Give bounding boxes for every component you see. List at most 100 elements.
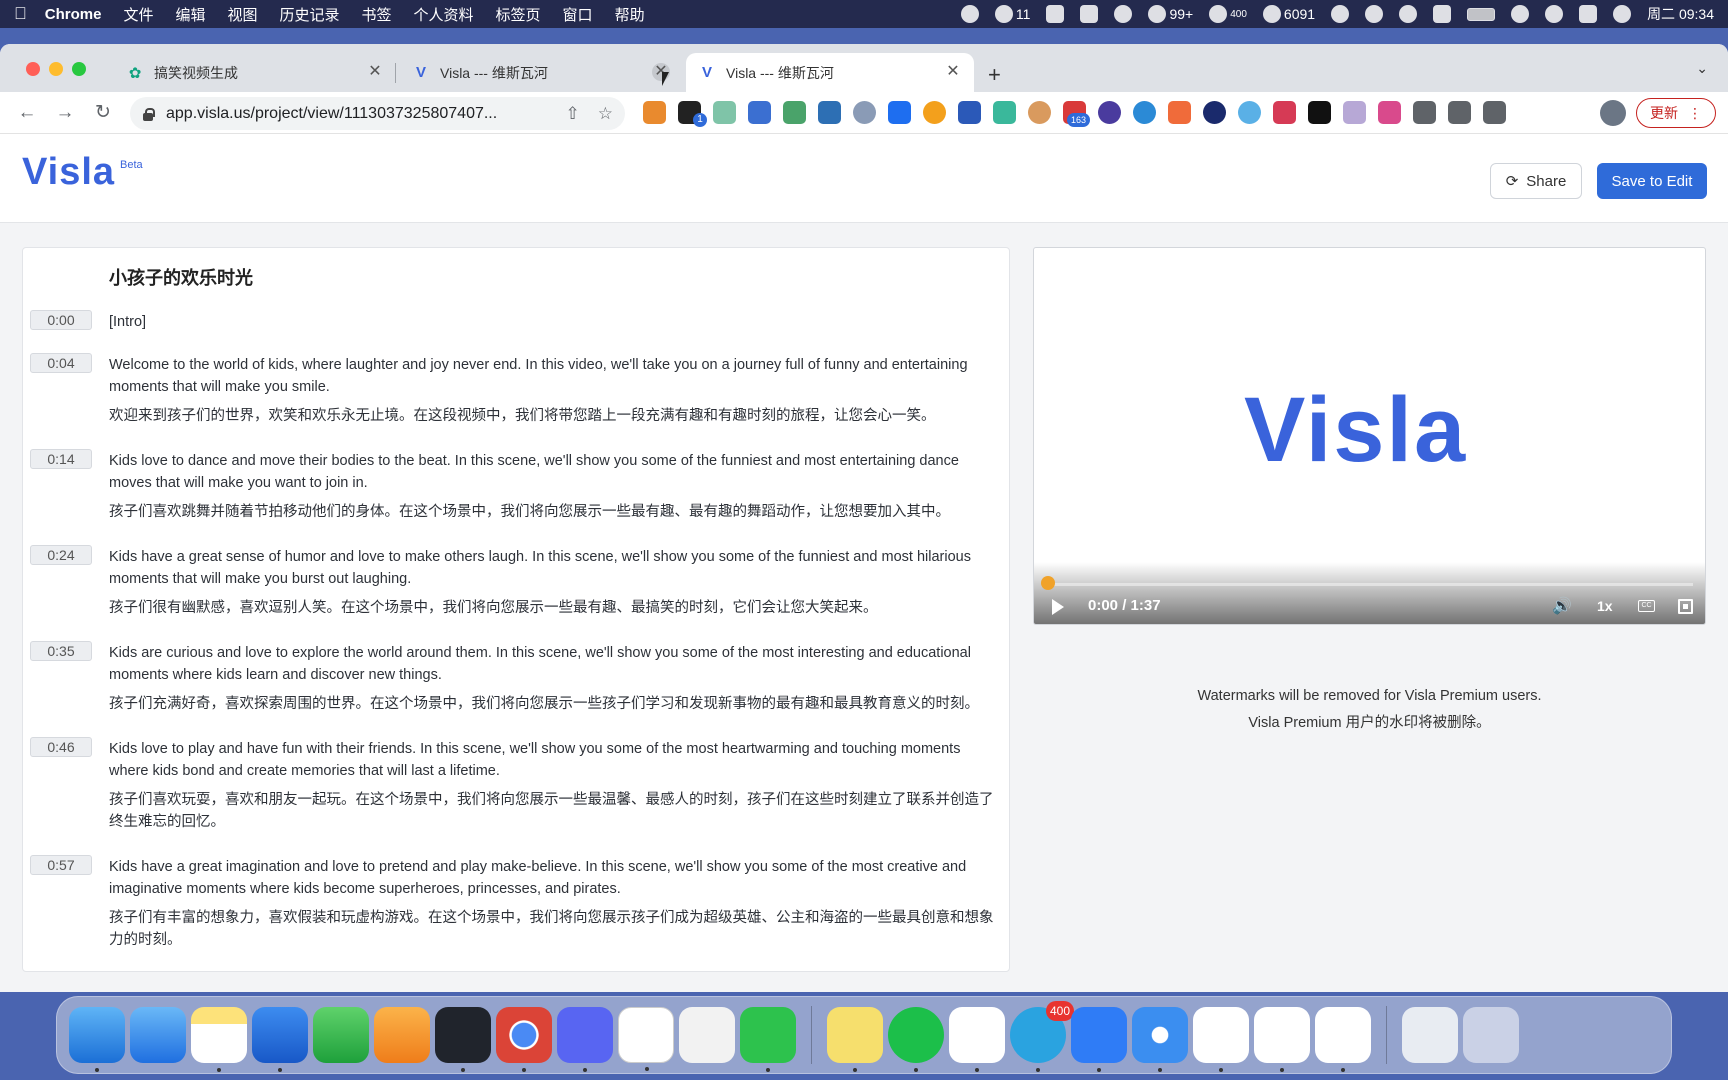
trash-icon[interactable]: [1463, 1007, 1519, 1063]
numbers-icon[interactable]: [313, 1007, 369, 1063]
menu-app-name[interactable]: Chrome: [45, 6, 102, 23]
timestamp[interactable]: 0:14: [30, 449, 92, 469]
extension-icon[interactable]: [1308, 101, 1331, 124]
tab-search-icon[interactable]: ⌄: [1696, 60, 1708, 77]
menu-history[interactable]: 历史记录: [279, 4, 339, 25]
menu-help[interactable]: 帮助: [615, 4, 645, 25]
tab-visla-1[interactable]: V Visla --- 维斯瓦河 ✕: [400, 53, 682, 92]
notes-icon[interactable]: [191, 1007, 247, 1072]
extension-icon[interactable]: [748, 101, 771, 124]
bluetooth-icon[interactable]: [1365, 5, 1384, 23]
side-panel-icon[interactable]: [1483, 101, 1506, 124]
chrome-icon[interactable]: [496, 1007, 552, 1072]
spotlight-icon[interactable]: [1545, 5, 1564, 23]
extension-icon[interactable]: [923, 101, 946, 124]
telegram-icon[interactable]: 400: [1010, 1001, 1074, 1072]
progress-knob[interactable]: [1041, 576, 1055, 590]
extension-icon[interactable]: [993, 101, 1016, 124]
messages-icon[interactable]: [1193, 1007, 1249, 1072]
vscode-icon[interactable]: [1315, 1007, 1371, 1072]
document-icon[interactable]: [1402, 1007, 1458, 1063]
discord-icon[interactable]: [557, 1007, 613, 1072]
wechat-icon[interactable]: [740, 1007, 796, 1072]
wps-icon[interactable]: [1254, 1007, 1310, 1072]
tab-funny-video[interactable]: ✿ 搞笑视频生成 ✕: [114, 53, 396, 92]
extension-icon[interactable]: [1133, 101, 1156, 124]
close-tab-icon[interactable]: ✕: [944, 63, 962, 81]
timestamp[interactable]: 0:35: [30, 641, 92, 661]
wechat-status[interactable]: 99+: [1148, 5, 1193, 23]
puzzle-extensions-icon[interactable]: [1413, 101, 1436, 124]
menu-profiles[interactable]: 个人资料: [414, 4, 474, 25]
mail-icon[interactable]: [130, 1007, 186, 1063]
forward-button[interactable]: →: [46, 102, 84, 124]
playback-speed[interactable]: 1x: [1597, 598, 1613, 614]
app-status-icon[interactable]: [1046, 5, 1065, 23]
pages-icon[interactable]: [374, 1007, 430, 1063]
zoom-window-button[interactable]: [72, 62, 86, 76]
reload-button[interactable]: ↻: [84, 101, 122, 124]
quicktime-icon[interactable]: [435, 1007, 491, 1072]
stickies-icon[interactable]: [827, 1007, 883, 1072]
extension-icon[interactable]: [1343, 101, 1366, 124]
notion-icon[interactable]: [618, 1007, 674, 1071]
extension-icon[interactable]: [1273, 101, 1296, 124]
menu-edit[interactable]: 编辑: [175, 4, 205, 25]
captions-icon[interactable]: CC: [1638, 600, 1655, 612]
profile-avatar[interactable]: [1600, 100, 1626, 126]
menu-view[interactable]: 视图: [227, 4, 257, 25]
extension-icon[interactable]: 163: [1063, 101, 1090, 127]
weibo-status[interactable]: 6091: [1262, 5, 1315, 23]
extension-icon[interactable]: [853, 101, 876, 124]
keynote-icon[interactable]: [252, 1007, 308, 1072]
feishu-icon[interactable]: [1071, 1007, 1127, 1072]
back-button[interactable]: ←: [8, 102, 46, 124]
play-icon[interactable]: [1052, 599, 1064, 615]
update-button[interactable]: 更新 ⋮: [1636, 98, 1716, 128]
app-red-icon[interactable]: [679, 1007, 735, 1063]
menu-tab[interactable]: 标签页: [496, 4, 541, 25]
control-center-icon[interactable]: [1579, 5, 1598, 23]
extension-icon[interactable]: [888, 101, 911, 124]
address-bar[interactable]: app.visla.us/project/view/11130373258074…: [130, 97, 625, 130]
app-green-icon[interactable]: [888, 1007, 944, 1072]
extension-icon[interactable]: [1028, 101, 1051, 124]
timestamp[interactable]: 0:24: [30, 545, 92, 565]
clock[interactable]: 周二 09:34: [1647, 4, 1714, 24]
battery-icon[interactable]: [1467, 7, 1496, 21]
extension-icon[interactable]: [1203, 101, 1226, 124]
extension-icon[interactable]: [818, 101, 841, 124]
tab-visla-active[interactable]: V Visla --- 维斯瓦河 ✕: [686, 53, 974, 92]
finder-icon[interactable]: [69, 1007, 125, 1072]
url-text[interactable]: app.visla.us/project/view/11130373258074…: [166, 105, 548, 123]
volume-icon[interactable]: 🔊: [1552, 596, 1572, 616]
badge-status[interactable]: 400: [1209, 5, 1247, 23]
menu-bookmarks[interactable]: 书签: [362, 4, 392, 25]
metamask-icon[interactable]: [643, 101, 666, 124]
app-status-icon-2[interactable]: [1080, 5, 1099, 23]
play-status-icon[interactable]: [1331, 5, 1350, 23]
bookmark-star-icon[interactable]: ☆: [598, 104, 613, 124]
close-tab-icon[interactable]: ✕: [366, 63, 384, 81]
timestamp[interactable]: 0:04: [30, 353, 92, 373]
record-icon[interactable]: [960, 5, 979, 23]
minimize-window-button[interactable]: [49, 62, 63, 76]
fullscreen-icon[interactable]: [1678, 599, 1693, 614]
share-button[interactable]: ⟳ Share: [1490, 163, 1582, 199]
lock-icon[interactable]: [142, 107, 155, 121]
siri-icon[interactable]: [1613, 5, 1632, 23]
extension-icon[interactable]: [713, 101, 736, 124]
menu-window[interactable]: 窗口: [563, 4, 593, 25]
wifi-icon[interactable]: [1511, 5, 1530, 23]
extension-icon[interactable]: 1: [678, 101, 707, 127]
extension-icon[interactable]: [958, 101, 981, 124]
chat-status[interactable]: 11: [994, 5, 1030, 23]
safari-icon[interactable]: [1132, 1007, 1188, 1072]
timestamp[interactable]: 0:00: [30, 310, 92, 330]
extension-icon[interactable]: [1238, 101, 1261, 124]
apple-icon[interactable]: : [14, 4, 27, 24]
progress-bar[interactable]: [1048, 583, 1693, 586]
user-icon[interactable]: [1399, 5, 1418, 23]
menu-file[interactable]: 文件: [123, 4, 153, 25]
extension-icon[interactable]: [1168, 101, 1191, 124]
